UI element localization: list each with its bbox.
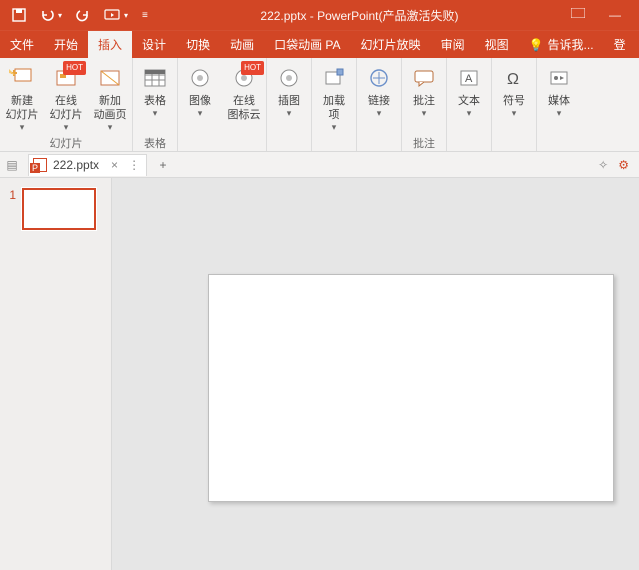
images-button[interactable]: 图像 xyxy=(178,64,222,120)
dropdown-icon xyxy=(402,106,446,120)
workspace: 1 xyxy=(0,178,639,570)
new-anim-page-button[interactable]: 新加动画页 xyxy=(88,64,132,134)
hot-badge: HOT xyxy=(63,61,86,75)
document-tab-more[interactable]: ⋮ xyxy=(128,158,140,172)
dropdown-icon xyxy=(312,120,356,134)
minimize-button[interactable]: — xyxy=(609,8,621,22)
close-document-button[interactable]: × xyxy=(111,158,118,172)
symbols-button[interactable]: Ω符号 xyxy=(492,64,536,120)
tab-design[interactable]: 设计 xyxy=(132,31,176,58)
dropdown-icon xyxy=(447,106,491,120)
ribbon-display-icon[interactable] xyxy=(571,8,585,22)
quick-access-toolbar: ▾ ▾ ≡ xyxy=(0,8,148,22)
online-slide-label: 在线幻灯片 xyxy=(44,94,88,122)
start-slideshow-icon[interactable]: ▾ xyxy=(104,8,128,22)
group-text: A文本 xyxy=(447,58,492,151)
thumbnail-number: 1 xyxy=(6,188,16,230)
tab-pocket-anim[interactable]: 口袋动画 PA xyxy=(264,31,350,58)
dropdown-icon xyxy=(357,106,401,120)
ribbon: 新建幻灯片 HOT 在线幻灯片 新加动画页 幻灯片 表格 表格 xyxy=(0,58,639,152)
hot-badge: HOT xyxy=(241,61,264,75)
group-images-label xyxy=(178,135,266,151)
media-button[interactable]: 媒体 xyxy=(537,64,581,120)
slide-canvas-area[interactable] xyxy=(112,178,639,570)
dropdown-icon xyxy=(492,106,536,120)
window-buttons: — xyxy=(571,8,639,22)
illustrations-button[interactable]: 插图 xyxy=(267,64,311,120)
dropdown-icon xyxy=(88,120,132,134)
tab-file[interactable]: 文件 xyxy=(0,31,44,58)
tab-view[interactable]: 视图 xyxy=(475,31,519,58)
addins-label: 加载项 xyxy=(312,94,356,122)
tab-animations[interactable]: 动画 xyxy=(220,31,264,58)
dropdown-icon xyxy=(0,120,44,134)
ribbon-tabs: 文件 开始 插入 设计 切换 动画 口袋动画 PA 幻灯片放映 审阅 视图 💡 … xyxy=(0,30,639,58)
document-filename: 222.pptx xyxy=(53,158,99,172)
undo-icon[interactable]: ▾ xyxy=(40,8,62,22)
dropdown-icon xyxy=(178,106,222,120)
new-anim-label: 新加动画页 xyxy=(88,94,132,122)
powerpoint-file-icon xyxy=(33,158,47,172)
dropdown-icon xyxy=(44,120,88,134)
group-links: 链接 xyxy=(357,58,402,151)
comment-button[interactable]: 批注 xyxy=(402,64,446,120)
group-tables-label: 表格 xyxy=(133,135,177,151)
online-slide-button[interactable]: HOT 在线幻灯片 xyxy=(44,64,88,134)
thumbnail-row[interactable]: 1 xyxy=(6,188,105,230)
dropdown-icon xyxy=(537,106,581,120)
iconcloud-label: 在线图标云 xyxy=(222,94,266,122)
redo-icon[interactable] xyxy=(76,8,90,22)
group-illustrations: 插图 xyxy=(266,58,312,151)
group-slides-label: 幻灯片 xyxy=(0,135,132,151)
group-images: 图像 HOT 在线图标云 xyxy=(178,58,266,151)
group-symbols: Ω符号 xyxy=(492,58,537,151)
slide[interactable] xyxy=(208,274,614,502)
tab-sign-in[interactable]: 登 xyxy=(604,31,636,58)
slide-thumbnail-panel: 1 xyxy=(0,178,112,570)
document-tab[interactable]: 222.pptx × ⋮ xyxy=(28,154,147,176)
tab-transitions[interactable]: 切换 xyxy=(176,31,220,58)
document-tab-bar: ▤ 222.pptx × ⋮ + ✧ ⚙ xyxy=(0,152,639,178)
dropdown-icon xyxy=(267,106,311,120)
tab-slideshow[interactable]: 幻灯片放映 xyxy=(351,31,431,58)
dropdown-icon xyxy=(133,106,177,120)
text-button[interactable]: A文本 xyxy=(447,64,491,120)
online-icon-cloud-button[interactable]: HOT 在线图标云 xyxy=(222,64,266,122)
tell-me-label: 告诉我... xyxy=(548,36,594,53)
group-media: 媒体 xyxy=(537,58,581,151)
doc-menu-icon[interactable]: ▤ xyxy=(0,158,24,172)
svg-text:A: A xyxy=(465,73,473,85)
pin-icon[interactable]: ✧ xyxy=(598,158,608,172)
group-slides: 新建幻灯片 HOT 在线幻灯片 新加动画页 幻灯片 xyxy=(0,58,133,151)
window-title: 222.pptx - PowerPoint(产品激活失败) xyxy=(148,7,571,24)
slide-thumbnail[interactable] xyxy=(22,188,96,230)
addins-button[interactable]: 加载项 xyxy=(312,64,356,134)
lightbulb-icon: 💡 xyxy=(529,38,544,52)
new-slide-button[interactable]: 新建幻灯片 xyxy=(0,64,44,134)
group-comments-label: 批注 xyxy=(402,135,446,151)
svg-text:Ω: Ω xyxy=(507,71,519,88)
group-comments: 批注 批注 xyxy=(402,58,447,151)
tab-tell-me[interactable]: 💡 告诉我... xyxy=(519,31,604,58)
tab-insert[interactable]: 插入 xyxy=(88,31,132,58)
save-icon[interactable] xyxy=(12,8,26,22)
tab-home[interactable]: 开始 xyxy=(44,31,88,58)
group-tables: 表格 表格 xyxy=(133,58,178,151)
tab-review[interactable]: 审阅 xyxy=(431,31,475,58)
title-bar: ▾ ▾ ≡ 222.pptx - PowerPoint(产品激活失败) — xyxy=(0,0,639,30)
new-slide-label: 新建幻灯片 xyxy=(0,94,44,122)
table-button[interactable]: 表格 xyxy=(133,64,177,120)
links-button[interactable]: 链接 xyxy=(357,64,401,120)
group-addins: 加载项 xyxy=(312,58,357,151)
settings-gear-icon[interactable]: ⚙ xyxy=(618,158,629,172)
add-tab-button[interactable]: + xyxy=(151,158,175,172)
